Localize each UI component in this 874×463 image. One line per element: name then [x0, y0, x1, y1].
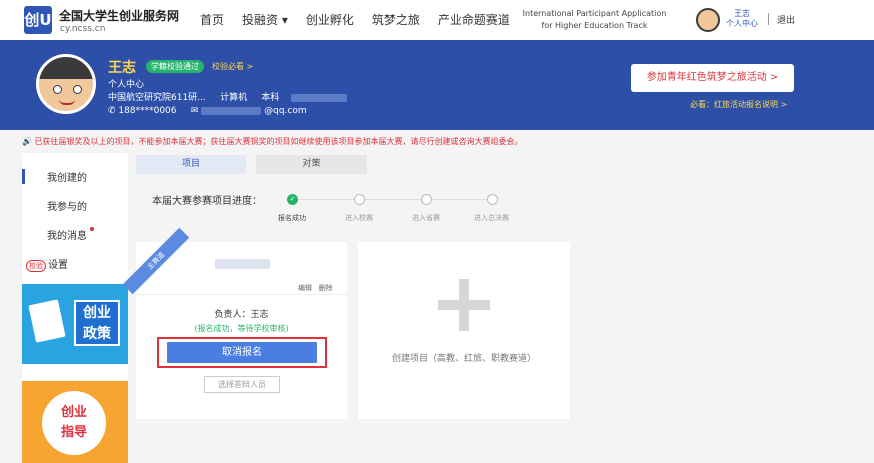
sidebar-item-label: 我创建的 [47, 173, 87, 184]
avatar-hair [39, 57, 93, 79]
progress-line [298, 199, 492, 200]
select-reviewer-button[interactable]: 选择答辩人员 [204, 376, 280, 393]
promo-startup-guide[interactable]: 创业 指导 [22, 381, 128, 463]
email-icon: ✉ [190, 106, 199, 116]
personal-center-label: 个人中心 [108, 80, 145, 90]
redacted-field [290, 93, 347, 102]
join-red-journey-button[interactable]: 参加青年红色筑梦之旅活动 > [631, 64, 794, 92]
plus-icon [459, 279, 469, 331]
profile-name: 王志 [108, 60, 136, 76]
user-avatar-icon[interactable] [696, 8, 720, 32]
competition-notice: 🔊 已获往届银奖及以上的项目，不能参加本届大赛；获往届大赛铜奖的项目如继续使用该… [22, 136, 523, 147]
promo-line: 指导 [60, 425, 87, 440]
avatar-eye [73, 85, 82, 94]
notice-text: 已获往届银奖及以上的项目，不能参加本届大赛；获往届大赛铜奖的项目如继续使用该项目… [34, 137, 523, 146]
speaker-icon: 🔊 [22, 137, 32, 146]
card-divider [136, 294, 347, 295]
avatar-mouth [59, 99, 75, 105]
step-label: 进入校赛 [345, 214, 373, 222]
degree: 本科 [261, 93, 280, 103]
sidebar-item-label: 我参与的 [47, 202, 87, 213]
sidebar-item-settings[interactable]: 校验 设置 [22, 256, 68, 272]
step-label: 进入省赛 [412, 214, 440, 222]
nav-home[interactable]: 首页 [200, 11, 224, 28]
profile-school-line: 中国航空研究院611研... 计算机 本科 [108, 90, 347, 103]
promo-line: 创业 [83, 305, 111, 321]
step-province-icon [421, 194, 432, 205]
nav-dream-journey[interactable]: 筑梦之旅 [372, 11, 420, 28]
step-registered-icon: ✓ [287, 194, 298, 205]
phone-number: 188****0006 [118, 106, 177, 116]
school-name: 中国航空研究院611研... [108, 93, 206, 103]
major: 计算机 [220, 93, 248, 103]
profile-contact-line: ✆ 188****0006 ✉ @qq.com [108, 106, 307, 116]
nav-incubation[interactable]: 创业孵化 [306, 11, 354, 28]
project-owner: 负责人：王志 [214, 310, 269, 320]
edit-link[interactable]: 编辑 [298, 284, 312, 292]
avatar-eye [53, 85, 62, 94]
sidebar-item-created[interactable]: 我创建的 [22, 169, 87, 184]
verified-badge: 学籍校验通过 [146, 60, 204, 73]
user-center-link: 个人中心 [726, 19, 758, 28]
logout-link[interactable]: 退出 [777, 13, 795, 26]
sidebar-item-joined[interactable]: 我参与的 [22, 198, 87, 213]
top-nav: 创U 全国大学生创业服务网 cy.ncss.cn 首页 投融资 ▾ 创业孵化 筑… [0, 0, 874, 40]
tab-projects[interactable]: 项目 [136, 155, 246, 174]
phone-icon: ✆ [108, 106, 116, 116]
intl-line-1: International Participant Application [522, 9, 667, 18]
registration-status: (报名成功，等待学校审核) [194, 324, 289, 333]
promo-startup-policy[interactable]: 创业 政策 [22, 284, 128, 364]
site-title[interactable]: 全国大学生创业服务网 [59, 7, 179, 24]
promo-policy-text: 创业 政策 [74, 300, 120, 346]
step-school-icon [354, 194, 365, 205]
verify-tag: 校验 [26, 260, 46, 272]
project-card: 主赛道 编辑 删除 负责人：王志 (报名成功，等待学校审核) 取消报名 选择答辩… [122, 227, 347, 419]
cancel-registration-button[interactable]: 取消报名 [167, 342, 317, 363]
main-track-ribbon: 主赛道 [122, 227, 190, 295]
promo-guide-text: 创业 指导 [42, 391, 106, 455]
site-logo-icon[interactable]: 创U [24, 6, 52, 34]
promo-line: 政策 [83, 326, 111, 342]
main-nav: 首页 投融资 ▾ 创业孵化 筑梦之旅 产业命题赛道 [200, 11, 528, 28]
step-label: 报名成功 [278, 214, 306, 222]
intl-application-link[interactable]: International Participant Application fo… [522, 8, 667, 32]
redacted-email [201, 106, 262, 115]
progress-label: 本届大赛参赛项目进度： [152, 196, 262, 207]
tab-strategy[interactable]: 对策 [256, 155, 367, 174]
nav-divider [768, 13, 769, 25]
project-title-redacted [215, 259, 270, 269]
user-menu[interactable]: 王志 个人中心 [726, 9, 758, 29]
user-name-small: 王志 [734, 9, 750, 18]
red-journey-guide-link[interactable]: 必看：红旅活动报名说明 > [690, 99, 787, 110]
sidebar-item-messages[interactable]: 我的消息 [22, 227, 94, 242]
nav-industry-track[interactable]: 产业命题赛道 [438, 11, 510, 28]
sidebar-item-label: 设置 [48, 260, 68, 271]
site-domain: cy.ncss.cn [60, 24, 106, 34]
profile-avatar-icon [36, 54, 96, 114]
email-suffix: @qq.com [264, 106, 307, 116]
highlight-box: 取消报名 [157, 337, 327, 368]
promo-line: 创业 [60, 405, 87, 420]
step-label: 进入总决赛 [474, 214, 509, 222]
step-final-icon [487, 194, 498, 205]
delete-link[interactable]: 删除 [319, 284, 333, 292]
intl-line-2: for Higher Education Track [541, 21, 648, 30]
nav-investment[interactable]: 投融资 ▾ [242, 11, 288, 28]
card-actions: 编辑 删除 [298, 283, 333, 293]
unread-dot [90, 227, 94, 231]
document-icon [28, 299, 66, 343]
sidebar: 我创建的 我参与的 我的消息 校验 设置 创业 政策 创业 指导 [22, 153, 128, 463]
create-project-card[interactable]: 创建项目（高教、红旅、职教赛道） [358, 242, 570, 419]
verify-guide-link[interactable]: 校验必看 > [212, 61, 253, 72]
create-project-label: 创建项目（高教、红旅、职教赛道） [391, 354, 536, 364]
sidebar-item-label: 我的消息 [47, 231, 87, 242]
profile-banner: 王志 学籍校验通过 校验必看 > 个人中心 中国航空研究院611研... 计算机… [0, 40, 874, 130]
